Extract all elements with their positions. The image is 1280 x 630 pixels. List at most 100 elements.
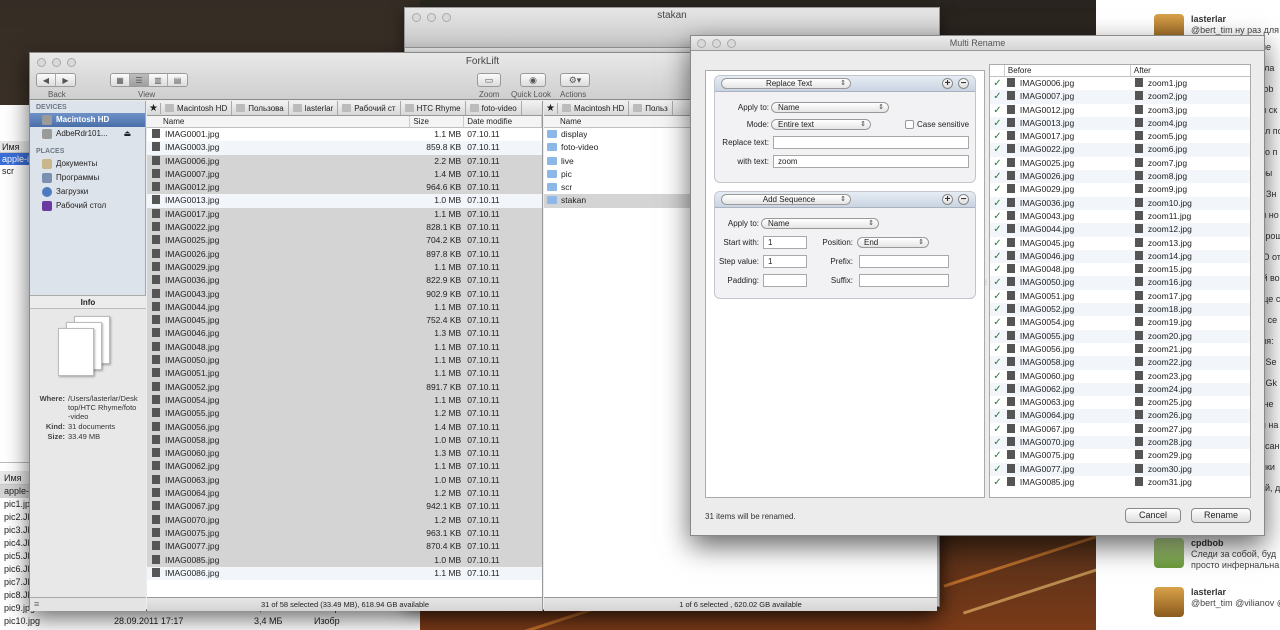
preview-row[interactable]: ✓ IMAG0085.jpg zoom31.jpg xyxy=(990,476,1250,489)
preview-row[interactable]: ✓ IMAG0062.jpg zoom24.jpg xyxy=(990,382,1250,397)
back-icon[interactable]: ◀ xyxy=(37,74,56,86)
zoom-toolbar-button[interactable]: ▭ xyxy=(477,73,501,87)
breadcrumb-item[interactable]: Macintosh HD xyxy=(558,101,630,115)
file-row[interactable]: IMAG0077.jpg 870.4 KB 07.10.11 xyxy=(147,540,542,554)
apply-to-select[interactable]: Name xyxy=(771,102,889,113)
after-column-header[interactable]: After xyxy=(1131,65,1250,76)
file-row[interactable]: IMAG0001.jpg 1.1 MB 07.10.11 xyxy=(147,128,542,141)
sidebar-item-documents[interactable]: Документы xyxy=(30,157,145,171)
breadcrumb-item[interactable]: Польз xyxy=(629,101,673,115)
remove-rule-button[interactable]: − xyxy=(958,194,969,205)
with-text-field[interactable]: zoom xyxy=(773,155,969,168)
preview-row[interactable]: ✓ IMAG0044.jpg zoom12.jpg xyxy=(990,223,1250,237)
file-row[interactable]: IMAG0007.jpg 1.4 MB 07.10.11 xyxy=(147,167,542,182)
preview-row[interactable]: ✓ IMAG0036.jpg zoom10.jpg xyxy=(990,196,1250,210)
file-row[interactable]: IMAG0044.jpg 1.1 MB 07.10.11 xyxy=(147,300,542,315)
back-forward-control[interactable]: ◀ ▶ xyxy=(36,73,76,87)
view-control[interactable]: ▦ ☰ ▥ ▤ xyxy=(110,73,188,87)
favorite-star-icon[interactable]: ★ xyxy=(544,102,558,114)
column-view-icon[interactable]: ▥ xyxy=(149,74,168,86)
breadcrumb-item[interactable]: Macintosh HD xyxy=(161,101,233,115)
preview-row[interactable]: ✓ IMAG0012.jpg zoom3.jpg xyxy=(990,104,1250,117)
preview-row[interactable]: ✓ IMAG0022.jpg zoom6.jpg xyxy=(990,143,1250,157)
file-row[interactable]: IMAG0085.jpg 1.0 MB 07.10.11 xyxy=(147,553,542,567)
preview-row[interactable]: ✓ IMAG0054.jpg zoom19.jpg xyxy=(990,316,1250,329)
preview-row[interactable]: ✓ IMAG0043.jpg zoom11.jpg xyxy=(990,210,1250,223)
preview-row[interactable]: ✓ IMAG0070.jpg zoom28.jpg xyxy=(990,436,1250,450)
file-row[interactable]: IMAG0043.jpg 902.9 KB 07.10.11 xyxy=(147,287,542,301)
add-rule-button[interactable]: + xyxy=(942,194,953,205)
case-sensitive-checkbox[interactable] xyxy=(905,120,914,129)
forward-icon[interactable]: ▶ xyxy=(56,74,75,86)
file-row[interactable]: IMAG0064.jpg 1.2 MB 07.10.11 xyxy=(147,487,542,501)
quick-look-button[interactable]: ◉ xyxy=(520,73,546,87)
split-resize-handle[interactable]: ⁞ xyxy=(985,280,987,287)
preview-row[interactable]: ✓ IMAG0006.jpg zoom1.jpg xyxy=(990,77,1250,90)
breadcrumb-item[interactable]: Рабочий ст xyxy=(338,101,401,115)
file-row[interactable]: IMAG0012.jpg 964.6 KB 07.10.11 xyxy=(147,181,542,195)
file-row[interactable]: IMAG0067.jpg 942.1 KB 07.10.11 xyxy=(147,500,542,514)
file-row[interactable]: IMAG0036.jpg 822.9 KB 07.10.11 xyxy=(147,274,542,288)
rename-button[interactable]: Rename xyxy=(1191,508,1251,523)
breadcrumb-item[interactable]: HTC Rhyme xyxy=(401,101,466,115)
coverflow-view-icon[interactable]: ▤ xyxy=(168,74,187,86)
step-value-field[interactable]: 1 xyxy=(763,255,807,268)
position-select[interactable]: End xyxy=(857,237,929,248)
file-row[interactable]: IMAG0026.jpg 897.8 KB 07.10.11 xyxy=(147,247,542,261)
preview-row[interactable]: ✓ IMAG0013.jpg zoom4.jpg xyxy=(990,116,1250,131)
eject-icon[interactable]: ⏏ xyxy=(124,127,132,141)
file-row[interactable]: IMAG0013.jpg 1.0 MB 07.10.11 xyxy=(147,194,542,208)
preview-row[interactable]: ✓ IMAG0025.jpg zoom7.jpg xyxy=(990,157,1250,170)
preview-row[interactable]: ✓ IMAG0029.jpg zoom9.jpg xyxy=(990,183,1250,196)
remove-rule-button[interactable]: − xyxy=(958,78,969,89)
file-row[interactable]: IMAG0050.jpg 1.1 MB 07.10.11 xyxy=(147,354,542,368)
file-row[interactable]: IMAG0051.jpg 1.1 MB 07.10.11 xyxy=(147,367,542,381)
icon-view-icon[interactable]: ▦ xyxy=(111,74,130,86)
sidebar-item-applications[interactable]: Программы xyxy=(30,171,145,185)
tweet-author[interactable]: lasterlar xyxy=(1191,587,1226,597)
preview-row[interactable]: ✓ IMAG0077.jpg zoom30.jpg xyxy=(990,462,1250,476)
file-row[interactable]: IMAG0063.jpg 1.0 MB 07.10.11 xyxy=(147,473,542,488)
date-column-header[interactable]: Date modifie xyxy=(464,116,542,127)
preview-row[interactable]: ✓ IMAG0026.jpg zoom8.jpg xyxy=(990,170,1250,184)
preview-row[interactable]: ✓ IMAG0064.jpg zoom26.jpg xyxy=(990,409,1250,423)
file-row[interactable]: IMAG0003.jpg 859.8 KB 07.10.11 xyxy=(147,141,542,155)
file-row[interactable]: IMAG0046.jpg 1.3 MB 07.10.11 xyxy=(147,327,542,341)
file-row[interactable]: IMAG0022.jpg 828.1 KB 07.10.11 xyxy=(147,221,542,235)
preview-row[interactable]: ✓ IMAG0045.jpg zoom13.jpg xyxy=(990,237,1250,250)
file-row[interactable]: IMAG0070.jpg 1.2 MB 07.10.11 xyxy=(147,513,542,527)
tweet-author[interactable]: lasterlar xyxy=(1191,14,1226,24)
preview-row[interactable]: ✓ IMAG0017.jpg zoom5.jpg xyxy=(990,130,1250,143)
avatar[interactable] xyxy=(1154,538,1184,568)
file-row[interactable]: IMAG0056.jpg 1.4 MB 07.10.11 xyxy=(147,420,542,434)
avatar[interactable] xyxy=(1154,587,1184,617)
preview-row[interactable]: ✓ IMAG0056.jpg zoom21.jpg xyxy=(990,343,1250,356)
mode-select[interactable]: Entire text xyxy=(771,119,871,130)
size-column-header[interactable]: Size xyxy=(410,116,465,127)
list-item[interactable]: pic10.jpg 28.09.2011 17:17 3,4 МБ Изобр xyxy=(0,615,420,628)
file-row[interactable]: IMAG0048.jpg 1.1 MB 07.10.11 xyxy=(147,340,542,355)
preview-row[interactable]: ✓ IMAG0058.jpg zoom22.jpg xyxy=(990,356,1250,370)
add-rule-button[interactable]: + xyxy=(942,78,953,89)
preview-row[interactable]: ✓ IMAG0060.jpg zoom23.jpg xyxy=(990,370,1250,383)
favorite-star-icon[interactable]: ★ xyxy=(147,102,161,114)
preview-row[interactable]: ✓ IMAG0050.jpg zoom16.jpg xyxy=(990,276,1250,290)
file-row[interactable]: IMAG0006.jpg 2.2 MB 07.10.11 xyxy=(147,154,542,168)
sidebar-item-adberdr[interactable]: AdbeRdr101... ⏏ xyxy=(30,127,145,141)
breadcrumb-item[interactable]: Пользова xyxy=(232,101,289,115)
actions-button[interactable]: ⚙▾ xyxy=(560,73,590,87)
apply-to-select[interactable]: Name xyxy=(761,218,879,229)
cancel-button[interactable]: Cancel xyxy=(1125,508,1181,523)
file-row[interactable]: IMAG0045.jpg 752.4 KB 07.10.11 xyxy=(147,314,542,328)
preview-row[interactable]: ✓ IMAG0075.jpg zoom29.jpg xyxy=(990,449,1250,462)
file-row[interactable]: IMAG0058.jpg 1.0 MB 07.10.11 xyxy=(147,433,542,448)
sidebar-item-downloads[interactable]: Загрузки xyxy=(30,185,145,199)
file-row[interactable]: IMAG0060.jpg 1.3 MB 07.10.11 xyxy=(147,447,542,461)
preview-row[interactable]: ✓ IMAG0046.jpg zoom14.jpg xyxy=(990,249,1250,264)
start-with-field[interactable]: 1 xyxy=(763,236,807,249)
breadcrumb-item[interactable]: lasterlar xyxy=(289,101,339,115)
file-row[interactable]: IMAG0052.jpg 891.7 KB 07.10.11 xyxy=(147,380,542,394)
suffix-field[interactable] xyxy=(859,274,949,287)
preview-row[interactable]: ✓ IMAG0052.jpg zoom18.jpg xyxy=(990,303,1250,317)
file-row[interactable]: IMAG0054.jpg 1.1 MB 07.10.11 xyxy=(147,393,542,408)
